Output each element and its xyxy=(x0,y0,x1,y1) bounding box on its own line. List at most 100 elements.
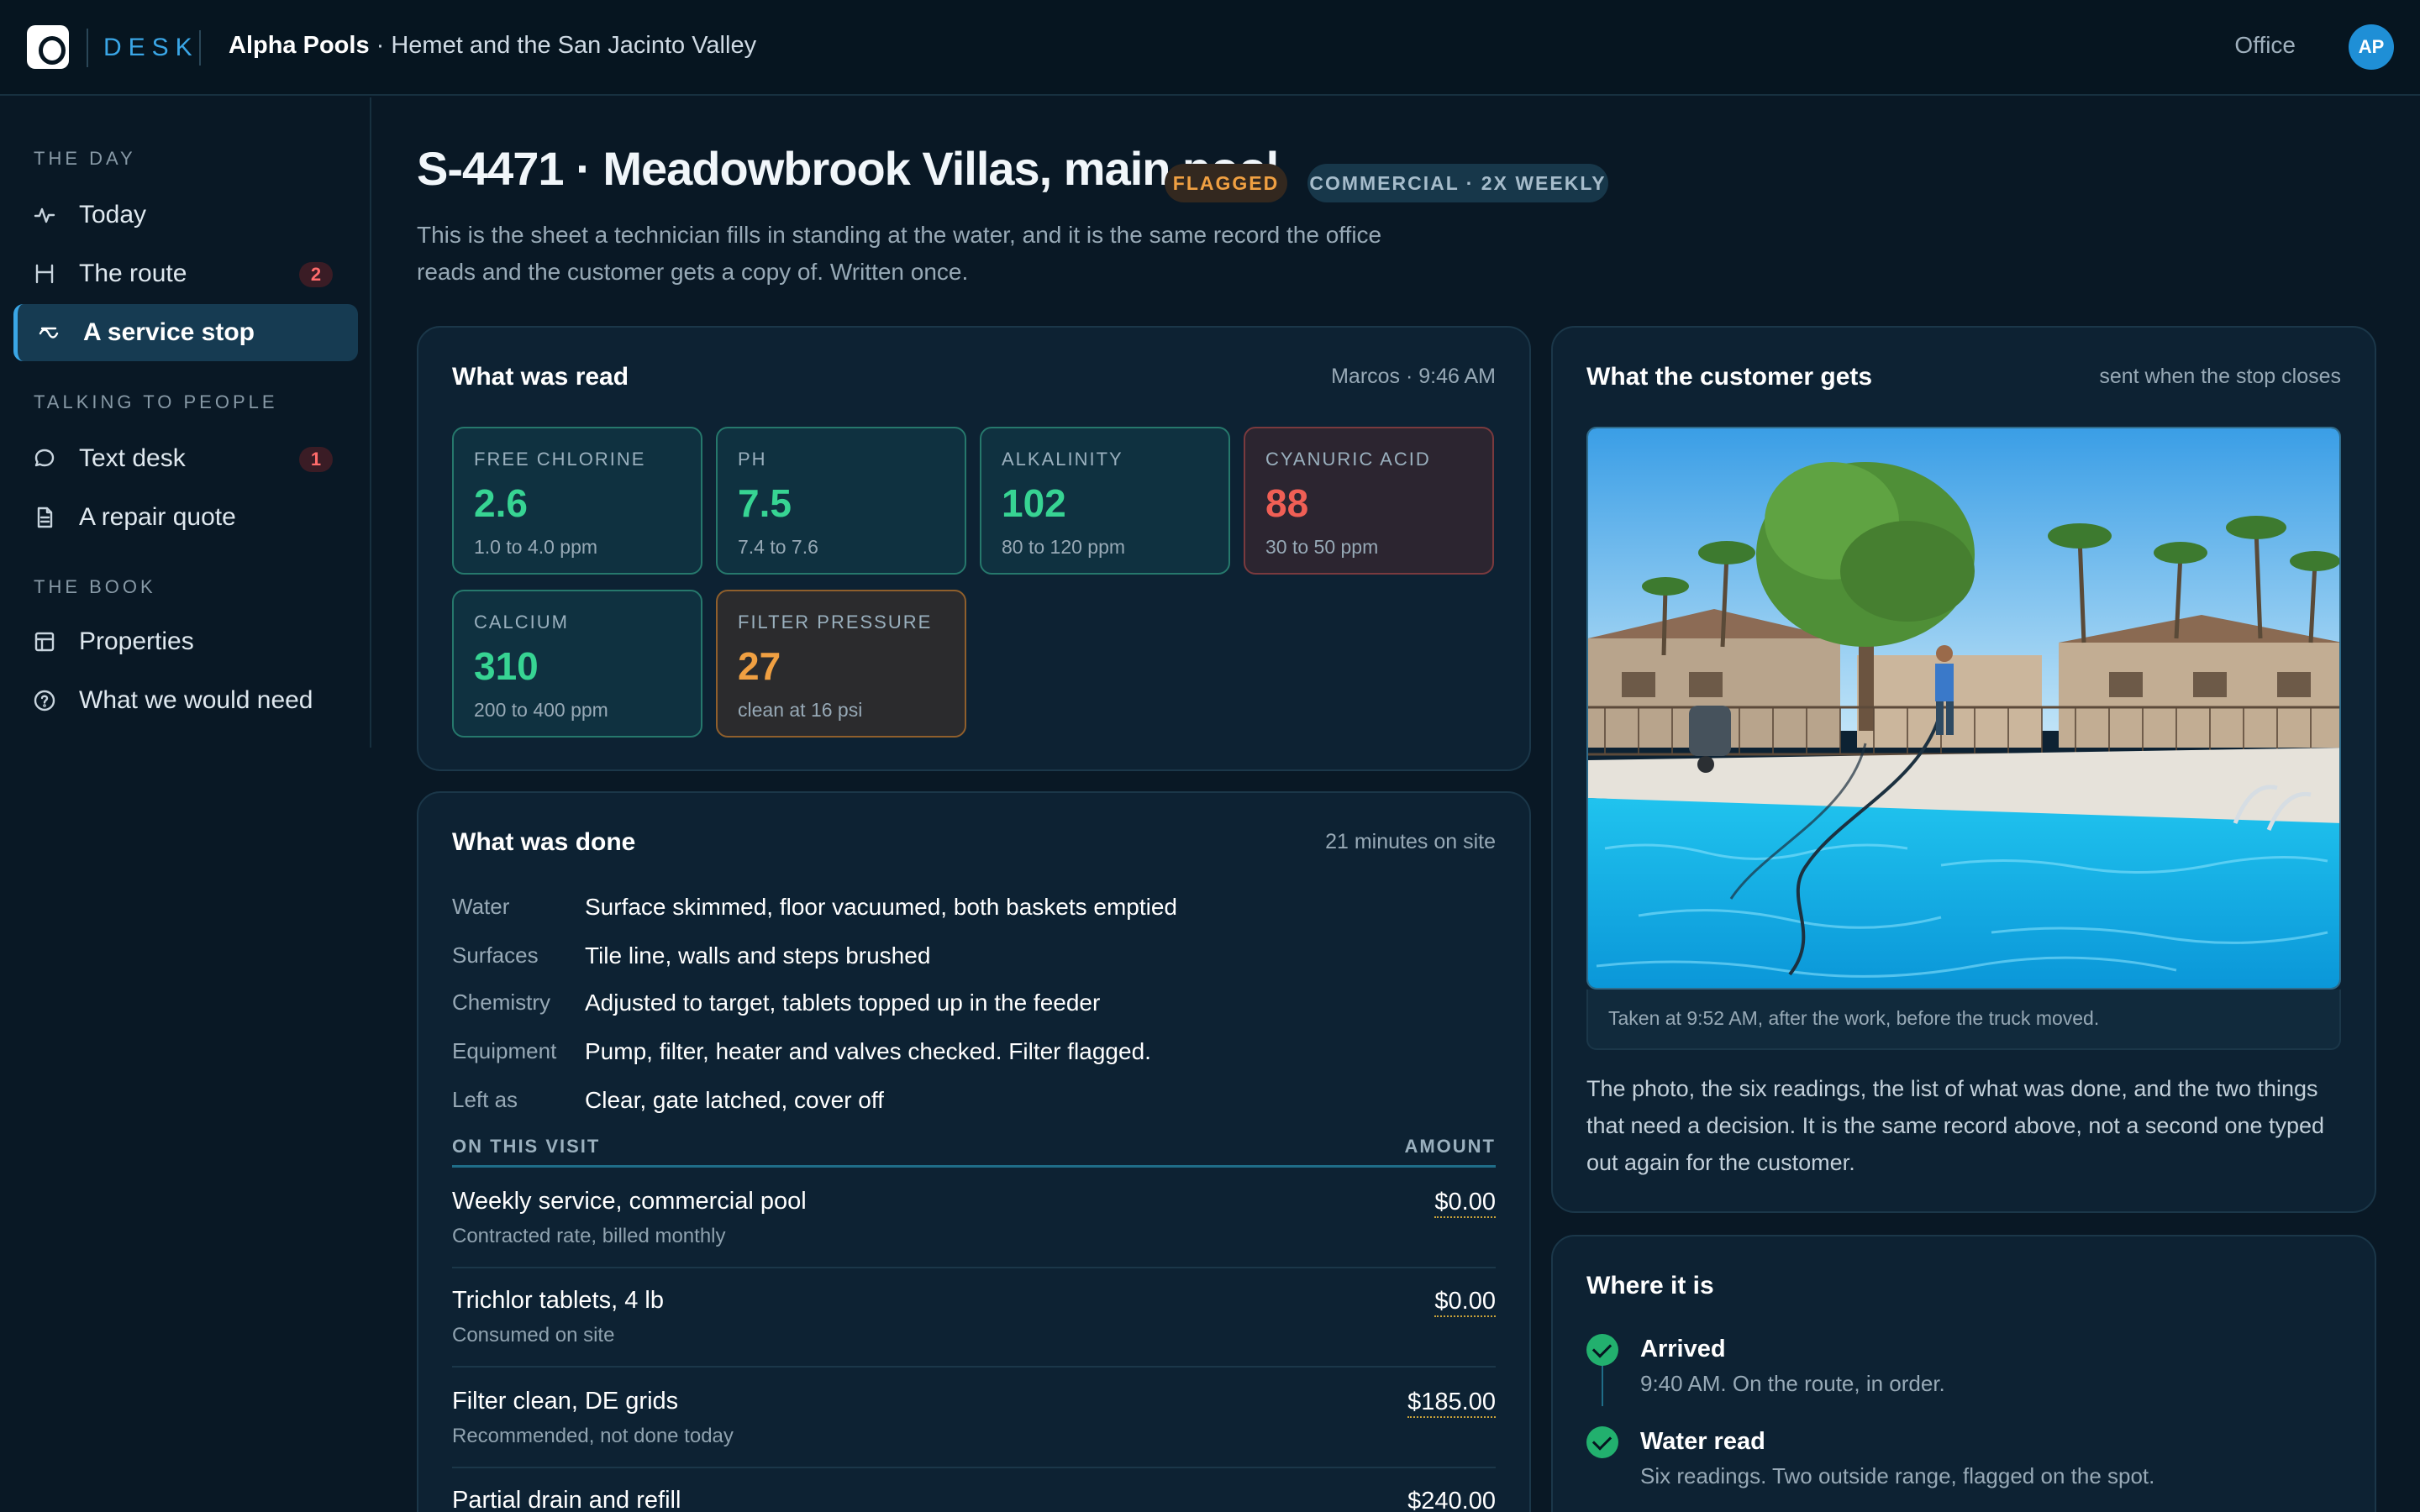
pulse-icon xyxy=(34,207,55,223)
work-meta: 21 minutes on site xyxy=(1325,830,1496,853)
readings-title: What was read xyxy=(452,363,629,391)
customer-meta: sent when the stop closes xyxy=(2099,365,2341,388)
line-item[interactable]: Partial drain and refill $240.00 xyxy=(452,1468,1496,1512)
reading-range: 1.0 to 4.0 ppm xyxy=(474,536,598,558)
work-row-value: Pump, filter, heater and valves checked.… xyxy=(585,1038,1151,1064)
reading-tile-ph[interactable]: PH 7.5 7.4 to 7.6 xyxy=(716,427,966,575)
sidebar-item-text-desk[interactable]: Text desk 1 xyxy=(13,430,358,487)
reading-tile-calcium[interactable]: CALCIUM 310 200 to 400 ppm xyxy=(452,590,702,738)
reading-value: 7.5 xyxy=(738,481,792,525)
sidebar-item-route[interactable]: The route 2 xyxy=(13,245,358,302)
sidebar-item-service-stop[interactable]: A service stop xyxy=(13,304,358,361)
line-item-name: Weekly service, commercial pool xyxy=(452,1188,807,1215)
divider xyxy=(87,29,88,67)
reading-range: clean at 16 psi xyxy=(738,699,863,721)
status-badge: FLAGGED xyxy=(1165,164,1287,202)
work-row-value: Clear, gate latched, cover off xyxy=(585,1087,884,1113)
work-row-key: Chemistry xyxy=(452,990,551,1015)
sidebar: THE DAY Today The route 2 A service stop… xyxy=(0,97,371,748)
company-region: · Hemet and the San Jacinto Valley xyxy=(369,32,757,59)
line-item-amount[interactable]: $0.00 xyxy=(1434,1188,1496,1218)
document-icon xyxy=(37,507,53,528)
sidebar-item-label: Text desk xyxy=(79,444,186,472)
sidebar-item-properties[interactable]: Properties xyxy=(13,613,358,670)
timeline-step-name: Water read xyxy=(1640,1428,1765,1455)
line-item-amount[interactable]: $240.00 xyxy=(1407,1487,1496,1512)
layout-icon xyxy=(34,632,55,652)
page-description: This is the sheet a technician fills in … xyxy=(417,222,1382,285)
line-item-sub: Contracted rate, billed monthly xyxy=(452,1225,726,1247)
text-desk-count-badge: 1 xyxy=(299,447,333,472)
reading-label: PH xyxy=(738,449,767,470)
sidebar-item-today[interactable]: Today xyxy=(13,186,358,244)
stop-icon xyxy=(39,327,59,339)
sidebar-section-label: TALKING TO PEOPLE xyxy=(34,391,278,412)
reading-label: ALKALINITY xyxy=(1002,449,1123,470)
line-item-name: Filter clean, DE grids xyxy=(452,1388,679,1415)
timeline-card: Where it is Arrived 9:40 AM. On the rout… xyxy=(1551,1235,2376,1512)
timeline-title: Where it is xyxy=(1586,1272,1714,1299)
page-title: S-4471 · Meadowbrook Villas, main pool xyxy=(417,142,1279,195)
line-items-header: ON THIS VISIT AMOUNT xyxy=(452,1136,1496,1168)
brand-name: DESK xyxy=(103,34,199,61)
sidebar-item-label: Properties xyxy=(79,627,194,655)
line-item-name: Partial drain and refill xyxy=(452,1487,681,1512)
check-icon xyxy=(1586,1426,1618,1458)
work-row-key: Equipment xyxy=(452,1038,557,1063)
line-items-header-right: AMOUNT xyxy=(1404,1136,1496,1157)
desk-logo-icon[interactable] xyxy=(27,25,69,69)
reading-tile-free-chlorine[interactable]: FREE CHLORINE 2.6 1.0 to 4.0 ppm xyxy=(452,427,702,575)
organization-title: Alpha Pools · Hemet and the San Jacinto … xyxy=(229,32,756,60)
reading-tile-cyanuric-acid[interactable]: CYANURIC ACID 88 30 to 50 ppm xyxy=(1244,427,1494,575)
help-circle-icon xyxy=(34,690,55,711)
sidebar-item-label: The route xyxy=(79,260,187,287)
work-card: What was done 21 minutes on site Water S… xyxy=(417,791,1531,1512)
pool-photo[interactable] xyxy=(1586,427,2341,990)
top-bar: DESK Alpha Pools · Hemet and the San Jac… xyxy=(0,0,2420,96)
company-name: Alpha Pools xyxy=(229,32,370,59)
sidebar-section-label: THE DAY xyxy=(34,148,136,169)
photo-caption: Taken at 9:52 AM, after the work, before… xyxy=(1586,990,2341,1050)
route-count-badge: 2 xyxy=(299,262,333,287)
sidebar-item-what-we-would-need[interactable]: What we would need xyxy=(13,672,358,729)
sidebar-item-label: What we would need xyxy=(79,686,313,714)
line-item-name: Trichlor tablets, 4 lb xyxy=(452,1287,664,1314)
sidebar-item-label: A repair quote xyxy=(79,503,236,531)
reading-value: 88 xyxy=(1265,481,1309,525)
timeline-step-detail: 9:40 AM. On the route, in order. xyxy=(1640,1371,1945,1396)
reading-tile-alkalinity[interactable]: ALKALINITY 102 80 to 120 ppm xyxy=(980,427,1230,575)
office-label[interactable]: Office xyxy=(2234,32,2296,59)
divider xyxy=(199,30,201,66)
line-item[interactable]: Weekly service, commercial pool Contract… xyxy=(452,1169,1496,1268)
check-icon xyxy=(1586,1334,1618,1366)
work-row-value: Tile line, walls and steps brushed xyxy=(585,942,931,969)
readings-card: What was read Marcos · 9:46 AM FREE CHLO… xyxy=(417,326,1531,771)
timeline-step-detail: Six readings. Two outside range, flagged… xyxy=(1640,1463,2155,1488)
line-item-sub: Consumed on site xyxy=(452,1324,615,1347)
reading-label: CYANURIC ACID xyxy=(1265,449,1431,470)
reading-label: FREE CHLORINE xyxy=(474,449,646,470)
reading-range: 200 to 400 ppm xyxy=(474,699,608,721)
line-item-amount[interactable]: $185.00 xyxy=(1407,1388,1496,1418)
pool-photo-illustration xyxy=(1588,428,2339,988)
service-type-badge: COMMERCIAL · 2X WEEKLY xyxy=(1307,164,1608,202)
avatar[interactable]: AP xyxy=(2349,24,2394,70)
reading-label: CALCIUM xyxy=(474,612,570,633)
line-item-sub: Recommended, not done today xyxy=(452,1425,734,1447)
line-item-amount[interactable]: $0.00 xyxy=(1434,1287,1496,1317)
work-row-key: Surfaces xyxy=(452,942,539,968)
work-title: What was done xyxy=(452,828,636,856)
customer-title: What the customer gets xyxy=(1586,363,1873,391)
readings-meta: Marcos · 9:46 AM xyxy=(1331,365,1496,388)
line-item[interactable]: Trichlor tablets, 4 lb Consumed on site … xyxy=(452,1268,1496,1368)
reading-value: 2.6 xyxy=(474,481,528,525)
reading-tile-filter-pressure[interactable]: FILTER PRESSURE 27 clean at 16 psi xyxy=(716,590,966,738)
photo-caption-text: Taken at 9:52 AM, after the work, before… xyxy=(1608,1007,2100,1029)
work-row-key: Water xyxy=(452,894,510,919)
line-items-header-left: ON THIS VISIT xyxy=(452,1136,601,1157)
reading-value: 102 xyxy=(1002,481,1066,525)
line-item[interactable]: Filter clean, DE grids Recommended, not … xyxy=(452,1369,1496,1468)
reading-range: 30 to 50 ppm xyxy=(1265,536,1379,558)
work-row-key: Left as xyxy=(452,1087,518,1112)
sidebar-item-repair-quote[interactable]: A repair quote xyxy=(13,489,358,546)
